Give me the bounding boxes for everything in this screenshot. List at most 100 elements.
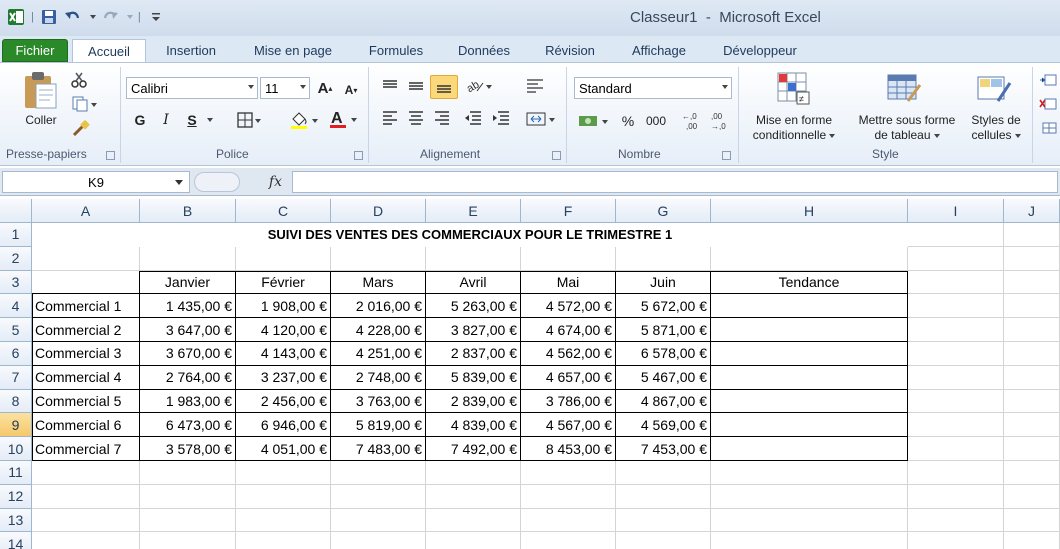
alignment-launcher-icon[interactable] xyxy=(552,151,561,160)
cell-j11[interactable] xyxy=(1004,461,1060,485)
cell-e14[interactable] xyxy=(426,532,521,549)
column-header-d[interactable]: D xyxy=(331,199,426,223)
cell-g13[interactable] xyxy=(616,508,711,533)
increase-indent-icon[interactable] xyxy=(490,109,512,127)
cell-g4[interactable]: 5 672,00 € xyxy=(616,294,711,319)
cell-d2[interactable] xyxy=(331,246,426,271)
cell-j9[interactable] xyxy=(1004,413,1060,438)
cell-h12[interactable] xyxy=(711,484,908,509)
cell-e6[interactable]: 2 837,00 € xyxy=(426,342,521,366)
cell-e3[interactable]: Avril xyxy=(426,270,521,295)
cell-e5[interactable]: 3 827,00 € xyxy=(426,318,521,342)
cell-g8[interactable]: 4 867,00 € xyxy=(616,389,711,414)
align-bottom-icon[interactable] xyxy=(430,75,458,99)
tab-accueil[interactable]: Accueil xyxy=(72,39,146,62)
cell-c6[interactable]: 4 143,00 € xyxy=(236,342,331,366)
cell-j13[interactable] xyxy=(1004,508,1060,533)
align-left-icon[interactable] xyxy=(380,109,400,127)
cell-h3[interactable]: Tendance xyxy=(711,270,908,295)
cell-d6[interactable]: 4 251,00 € xyxy=(331,342,426,366)
bold-button[interactable]: G xyxy=(130,109,150,131)
cell-a10[interactable]: Commercial 7 xyxy=(32,437,140,461)
cell-f14[interactable] xyxy=(521,532,616,549)
cell-b11[interactable] xyxy=(140,461,236,485)
cell-g9[interactable]: 4 569,00 € xyxy=(616,413,711,438)
cell-c12[interactable] xyxy=(236,484,331,509)
orientation-icon[interactable]: ab xyxy=(464,75,494,97)
cell-styles-button[interactable]: Styles de cellules xyxy=(966,113,1026,143)
cell-h10[interactable] xyxy=(711,437,908,461)
italic-button[interactable]: I xyxy=(156,109,176,131)
accounting-format-icon[interactable] xyxy=(576,111,614,131)
row-header-1[interactable]: 1 xyxy=(0,223,32,247)
row-header-6[interactable]: 6 xyxy=(0,342,32,366)
number-format-select[interactable]: Standard xyxy=(574,77,732,99)
cell-b12[interactable] xyxy=(140,484,236,509)
cell-f13[interactable] xyxy=(521,508,616,533)
cell-c14[interactable] xyxy=(236,532,331,549)
cell-h9[interactable] xyxy=(711,413,908,438)
insert-cells-icon[interactable] xyxy=(1038,71,1058,89)
cell-a3[interactable] xyxy=(32,270,140,295)
column-header-e[interactable]: E xyxy=(426,199,521,223)
cell-d3[interactable]: Mars xyxy=(331,270,426,295)
cell-a13[interactable] xyxy=(32,508,140,533)
cell-j5[interactable] xyxy=(1004,318,1060,342)
tab-insertion[interactable]: Insertion xyxy=(150,39,232,62)
cell-d13[interactable] xyxy=(331,508,426,533)
cell-j3[interactable] xyxy=(1004,270,1060,295)
format-as-table-icon[interactable] xyxy=(884,69,924,109)
row-header-11[interactable]: 11 xyxy=(0,461,32,485)
cell-i2[interactable] xyxy=(908,246,1004,271)
cell-d12[interactable] xyxy=(331,484,426,509)
align-top-icon[interactable] xyxy=(380,77,400,95)
copy-icon[interactable] xyxy=(70,95,100,113)
cell-h11[interactable] xyxy=(711,461,908,485)
cell-f8[interactable]: 3 786,00 € xyxy=(521,389,616,414)
font-color-icon[interactable]: A xyxy=(326,107,362,131)
tab-developpeur[interactable]: Développeur xyxy=(710,39,810,62)
row-header-4[interactable]: 4 xyxy=(0,294,32,319)
cell-j8[interactable] xyxy=(1004,389,1060,414)
cell-f10[interactable]: 8 453,00 € xyxy=(521,437,616,461)
cell-b2[interactable] xyxy=(140,246,236,271)
cell-b5[interactable]: 3 647,00 € xyxy=(140,318,236,342)
cell-b6[interactable]: 3 670,00 € xyxy=(140,342,236,366)
row-header-7[interactable]: 7 xyxy=(0,365,32,390)
cell-d8[interactable]: 3 763,00 € xyxy=(331,389,426,414)
cell-c5[interactable]: 4 120,00 € xyxy=(236,318,331,342)
cell-f2[interactable] xyxy=(521,246,616,271)
cell-a12[interactable] xyxy=(32,484,140,509)
cell-f4[interactable]: 4 572,00 € xyxy=(521,294,616,319)
grow-font-icon[interactable]: A ▴ xyxy=(314,77,336,99)
cell-e8[interactable]: 2 839,00 € xyxy=(426,389,521,414)
conditional-formatting-button[interactable]: Mise en forme conditionnelle xyxy=(744,113,844,143)
cell-g6[interactable]: 6 578,00 € xyxy=(616,342,711,366)
cell-j14[interactable] xyxy=(1004,532,1060,549)
cell-i6[interactable] xyxy=(908,342,1004,366)
cell-i11[interactable] xyxy=(908,461,1004,485)
format-painter-icon[interactable] xyxy=(70,119,92,139)
column-header-j[interactable]: J xyxy=(1004,199,1060,223)
cell-d11[interactable] xyxy=(331,461,426,485)
conditional-formatting-icon[interactable]: ≠ xyxy=(774,69,814,109)
column-header-f[interactable]: F xyxy=(521,199,616,223)
cell-c3[interactable]: Février xyxy=(236,270,331,295)
cell-a7[interactable]: Commercial 4 xyxy=(32,365,140,390)
cell-c2[interactable] xyxy=(236,246,331,271)
cell-c11[interactable] xyxy=(236,461,331,485)
customize-qat-icon[interactable] xyxy=(146,7,166,27)
cell-j6[interactable] xyxy=(1004,342,1060,366)
increase-decimal-icon[interactable]: ←,0,00 xyxy=(680,109,704,133)
cell-g2[interactable] xyxy=(616,246,711,271)
cell-styles-icon[interactable] xyxy=(974,69,1014,109)
cell-i14[interactable] xyxy=(908,532,1004,549)
tab-formules[interactable]: Formules xyxy=(356,39,436,62)
row-header-9[interactable]: 9 xyxy=(0,413,32,438)
cell-b7[interactable]: 2 764,00 € xyxy=(140,365,236,390)
cell-e12[interactable] xyxy=(426,484,521,509)
cell-a14[interactable] xyxy=(32,532,140,549)
cell-g11[interactable] xyxy=(616,461,711,485)
row-header-14[interactable]: 14 xyxy=(0,532,32,549)
column-header-c[interactable]: C xyxy=(236,199,331,223)
